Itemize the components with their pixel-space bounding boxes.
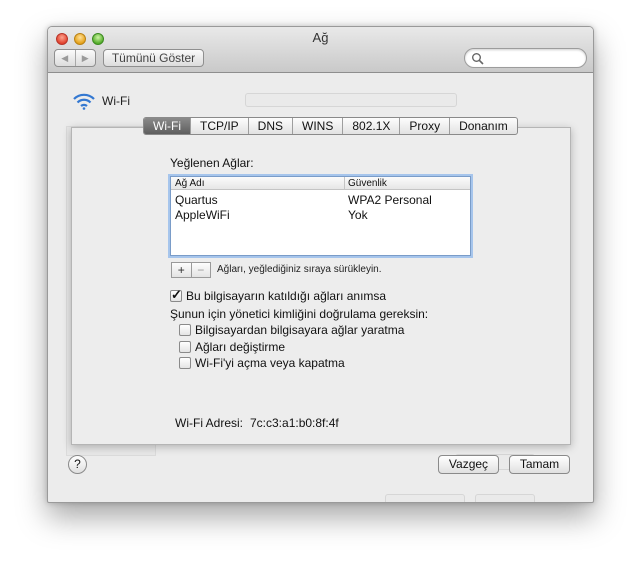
- interface-label: Wi-Fi: [102, 94, 130, 108]
- tab-wins[interactable]: WINS: [292, 118, 342, 134]
- window-title: Ağ: [312, 30, 329, 45]
- checkbox-label: Ağları değiştirme: [195, 340, 286, 354]
- advanced-settings-sheet: [71, 127, 571, 445]
- advanced-tabs: Wi-Fi TCP/IP DNS WINS 802.1X Proxy Donan…: [143, 117, 518, 135]
- title-bar: Ağ ◀ ▶ Tümünü Göster: [48, 27, 593, 73]
- require-admin-toggle-wifi-checkbox[interactable]: Wi-Fi'yi açma veya kapatma: [179, 356, 345, 370]
- preferred-networks-table[interactable]: Ağ Adı Güvenlik Quartus WPA2 Personal Ap…: [170, 176, 471, 256]
- column-header-security[interactable]: Güvenlik: [348, 178, 387, 189]
- forward-button[interactable]: ▶: [74, 50, 96, 66]
- add-remove-control: + −: [171, 262, 211, 278]
- location-popup-ghost: [245, 93, 457, 107]
- preferred-networks-heading: Yeğlenen Ağlar:: [170, 156, 254, 170]
- checkbox-label: Wi-Fi'yi açma veya kapatma: [195, 356, 345, 370]
- add-network-button[interactable]: +: [172, 263, 191, 277]
- back-forward-control: ◀ ▶: [54, 49, 96, 67]
- table-row[interactable]: Quartus WPA2 Personal: [171, 192, 470, 207]
- network-name: AppleWiFi: [175, 208, 230, 222]
- search-icon: [472, 53, 484, 65]
- wifi-header: Wi-Fi: [72, 92, 130, 110]
- tab-hardware[interactable]: Donanım: [449, 118, 517, 134]
- wifi-address-value: 7c:c3:a1:b0:8f:4f: [250, 416, 339, 430]
- checkbox-label: Bu bilgisayarın katıldığı ağları anımsa: [186, 289, 387, 303]
- tab-dns[interactable]: DNS: [247, 118, 292, 134]
- network-name: Quartus: [175, 193, 218, 207]
- checkbox-box[interactable]: [179, 341, 191, 353]
- checkbox-box[interactable]: [179, 324, 191, 336]
- checkbox-box[interactable]: [170, 287, 182, 303]
- wifi-address-label: Wi-Fi Adresi:: [175, 416, 244, 430]
- column-header-network-name[interactable]: Ağ Adı: [175, 178, 204, 189]
- remove-network-button[interactable]: −: [190, 263, 211, 277]
- show-all-button[interactable]: Tümünü Göster: [103, 49, 204, 67]
- drag-hint: Ağları, yeğlediğiniz sıraya sürükleyin.: [217, 264, 382, 275]
- require-admin-create-adhoc-checkbox[interactable]: Bilgisayardan bilgisayara ağlar yaratma: [179, 323, 404, 337]
- ghost-button: [475, 494, 535, 502]
- require-admin-change-networks-checkbox[interactable]: Ağları değiştirme: [179, 340, 285, 354]
- help-button[interactable]: ?: [68, 455, 87, 474]
- tab-proxy[interactable]: Proxy: [399, 118, 449, 134]
- ghost-button: [385, 494, 465, 502]
- tab-wifi[interactable]: Wi-Fi: [144, 118, 190, 134]
- search-field[interactable]: [464, 48, 587, 68]
- wifi-icon: [73, 93, 95, 110]
- table-header: Ağ Adı Güvenlik: [171, 177, 470, 190]
- network-security: Yok: [348, 208, 368, 222]
- network-security: WPA2 Personal: [348, 193, 432, 207]
- ok-button[interactable]: Tamam: [509, 455, 570, 474]
- back-button[interactable]: ◀: [55, 50, 75, 66]
- tab-8021x[interactable]: 802.1X: [342, 118, 399, 134]
- column-divider: [344, 177, 345, 190]
- admin-auth-heading: Şunun için yönetici kimliğini doğrulama …: [170, 307, 429, 321]
- remember-networks-checkbox[interactable]: Bu bilgisayarın katıldığı ağları anımsa: [170, 287, 387, 303]
- table-row[interactable]: AppleWiFi Yok: [171, 207, 470, 222]
- checkbox-box[interactable]: [179, 357, 191, 369]
- cancel-button[interactable]: Vazgeç: [438, 455, 499, 474]
- tab-tcpip[interactable]: TCP/IP: [189, 118, 248, 134]
- checkbox-label: Bilgisayardan bilgisayara ağlar yaratma: [195, 323, 405, 337]
